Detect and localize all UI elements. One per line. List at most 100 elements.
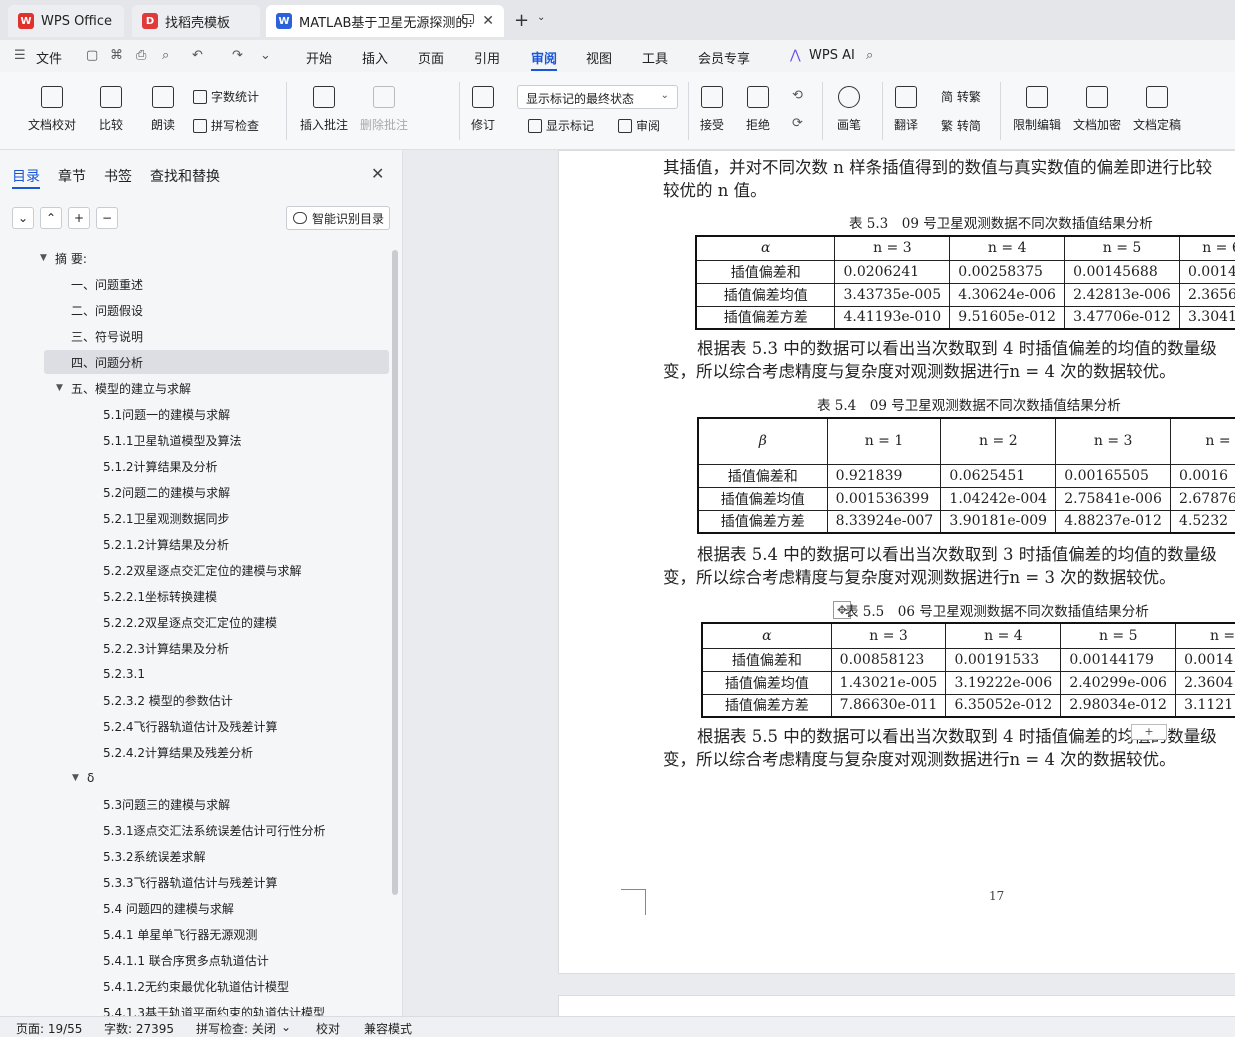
menu-wps-ai[interactable]: WPS AI: [809, 48, 855, 63]
print-icon[interactable]: ⎙: [136, 48, 146, 63]
chevron-down-icon[interactable]: ⌄: [281, 1020, 291, 1034]
data-table[interactable]: βn = 1n = 2n = 3n = 插值偏差和 0.921839 0.062545…: [697, 417, 1235, 534]
table-cell[interactable]: 7.86630e-011: [830, 693, 947, 718]
table-cell[interactable]: 0.00858123: [830, 647, 947, 672]
collapse-up-button[interactable]: ⌃: [40, 207, 62, 229]
menu-start[interactable]: 开始: [306, 48, 332, 67]
compare-button[interactable]: 比较: [99, 86, 123, 133]
table-cell[interactable]: 3.3041: [1178, 305, 1235, 330]
finalize-button[interactable]: 文档定稿: [1133, 86, 1181, 133]
undo-icon[interactable]: ↶: [192, 48, 203, 63]
review-pane-button[interactable]: 审阅: [618, 117, 660, 134]
table-cell[interactable]: 插值偏差方差: [695, 305, 836, 330]
previous-change-icon[interactable]: ⟲: [792, 88, 803, 103]
toc-item[interactable]: 5.2.2双星逐点交汇定位的建模与求解: [103, 558, 302, 582]
table-cell[interactable]: 3.90181e-009: [940, 509, 1057, 534]
tab-toc[interactable]: 目录: [12, 166, 40, 186]
toc-item[interactable]: 5.2.4.2计算结果及残差分析: [103, 740, 253, 764]
toc-item[interactable]: 5.1.2计算结果及分析: [103, 454, 218, 478]
table-cell[interactable]: 0.0625451: [940, 463, 1057, 488]
doc-check-button[interactable]: 文档校对: [28, 86, 76, 133]
table-cell[interactable]: 插值偏差和: [695, 259, 836, 284]
table-header-cell[interactable]: α: [695, 235, 836, 261]
toc-item[interactable]: 5.2.4飞行器轨道估计及残差计算: [103, 714, 278, 738]
toc-item[interactable]: 5.4.1 单星单飞行器无源观测: [103, 922, 257, 946]
to-traditional-button[interactable]: 简 转繁: [941, 88, 981, 105]
wps-ai-icon[interactable]: ⋀: [790, 48, 801, 63]
table-header-cell[interactable]: n = 3: [1055, 417, 1172, 465]
add-heading-button[interactable]: +: [68, 207, 90, 229]
tab-current-document[interactable]: W MATLAB基于卫星无源探测的: ✕: [266, 5, 504, 37]
menu-reference[interactable]: 引用: [474, 48, 500, 67]
table-cell[interactable]: 0.0206241: [834, 259, 951, 284]
menu-insert[interactable]: 插入: [362, 48, 388, 67]
more-chevron-icon[interactable]: ⌄: [260, 48, 271, 63]
table-cell[interactable]: 0.0014: [1175, 647, 1235, 672]
next-change-icon[interactable]: ⟳: [792, 116, 803, 131]
monitor-icon[interactable]: [462, 14, 474, 24]
table-cell[interactable]: 2.67876: [1170, 486, 1235, 511]
table-cell[interactable]: 0.921839: [826, 463, 942, 488]
expand-down-button[interactable]: ⌄: [12, 207, 34, 229]
toc-item[interactable]: 五、模型的建立与求解: [71, 376, 191, 400]
markup-state-select[interactable]: 显示标记的最终状态 ⌄: [517, 85, 678, 109]
new-tab-icon[interactable]: +: [514, 10, 529, 31]
to-simplified-button[interactable]: 繁 转简: [941, 117, 981, 134]
menu-review[interactable]: 审阅: [531, 48, 557, 67]
toc-item[interactable]: 5.4 问题四的建模与求解: [103, 896, 234, 920]
spell-check-button[interactable]: 拼写检查: [193, 117, 259, 134]
table-cell[interactable]: 2.98034e-012: [1060, 693, 1177, 718]
table-header-cell[interactable]: n = 2: [940, 417, 1057, 465]
table-cell[interactable]: 0.00258375: [949, 259, 1066, 284]
revise-button[interactable]: 修订: [471, 86, 495, 133]
next-page[interactable]: [558, 995, 1235, 1016]
expand-triangle-icon[interactable]: ▼: [56, 383, 63, 393]
toc-item[interactable]: 5.3问题三的建模与求解: [103, 792, 230, 816]
menu-view[interactable]: 视图: [586, 48, 612, 67]
table-header-cell[interactable]: n = 3: [830, 622, 947, 649]
table-cell[interactable]: 6.35052e-012: [945, 693, 1062, 718]
table-header-cell[interactable]: n = 4: [945, 622, 1062, 649]
accept-button[interactable]: 接受: [700, 86, 724, 133]
encrypt-button[interactable]: 文档加密: [1073, 86, 1121, 133]
save-icon[interactable]: ▢: [86, 48, 98, 63]
smart-toc-button[interactable]: 智能识别目录: [286, 206, 390, 230]
pen-button[interactable]: 画笔: [837, 86, 861, 133]
reject-button[interactable]: 拒绝: [746, 86, 770, 133]
toc-item[interactable]: 5.1问题一的建模与求解: [103, 402, 230, 426]
close-icon[interactable]: ✕: [371, 164, 384, 183]
toc-item[interactable]: 5.3.1逐点交汇法系统误差估计可行性分析: [103, 818, 326, 842]
expand-triangle-icon[interactable]: ▼: [40, 253, 47, 263]
word-count-indicator[interactable]: 字数: 27395: [104, 1020, 174, 1037]
table-cell[interactable]: 4.30624e-006: [949, 282, 1066, 307]
translate-button[interactable]: 翻译: [894, 86, 918, 133]
tab-docer-templates[interactable]: D 找稻壳模板: [132, 5, 260, 37]
page-indicator[interactable]: 页面: 19/55: [16, 1020, 82, 1037]
show-markup-button[interactable]: 显示标记: [528, 117, 594, 134]
table-cell[interactable]: 0.001536399: [826, 486, 942, 511]
tab-chapters[interactable]: 章节: [58, 166, 86, 186]
toc-item[interactable]: 5.2.1.2计算结果及分析: [103, 532, 229, 556]
toc-item[interactable]: 5.4.1.2无约束最优化轨道估计模型: [103, 974, 289, 998]
table-cell[interactable]: 插值偏差方差: [697, 509, 828, 534]
toc-item[interactable]: δ: [87, 766, 94, 790]
table-header-cell[interactable]: n = 1: [826, 417, 942, 465]
toc-item[interactable]: 二、问题假设: [71, 298, 143, 322]
tab-bookmarks[interactable]: 书签: [104, 166, 132, 186]
toc-item[interactable]: 5.2.1卫星观测数据同步: [103, 506, 230, 530]
table-cell[interactable]: 2.3656: [1178, 282, 1235, 307]
toc-item[interactable]: 四、问题分析: [44, 350, 389, 374]
table-header-cell[interactable]: n = 6: [1178, 235, 1235, 261]
toc-item[interactable]: 5.2.3.2 模型的参数估计: [103, 688, 233, 712]
redo-icon[interactable]: ↷: [232, 48, 243, 63]
spell-check-indicator[interactable]: 拼写检查: 关闭: [196, 1020, 276, 1037]
toc-item[interactable]: 5.1.1卫星轨道模型及算法: [103, 428, 242, 452]
table-cell[interactable]: 1.43021e-005: [830, 670, 947, 695]
word-count-button[interactable]: 字数统计: [193, 88, 259, 105]
table-cell[interactable]: 0.00144179: [1060, 647, 1177, 672]
table-cell[interactable]: 9.51605e-012: [949, 305, 1066, 330]
table-header-cell[interactable]: n = 4: [949, 235, 1066, 261]
table-header-cell[interactable]: β: [697, 417, 828, 465]
table-header-cell[interactable]: n = 5: [1060, 622, 1177, 649]
data-table[interactable]: αn = 3n = 4n = 5n = 插值偏差和 0.00858123 0.0019…: [701, 622, 1235, 718]
